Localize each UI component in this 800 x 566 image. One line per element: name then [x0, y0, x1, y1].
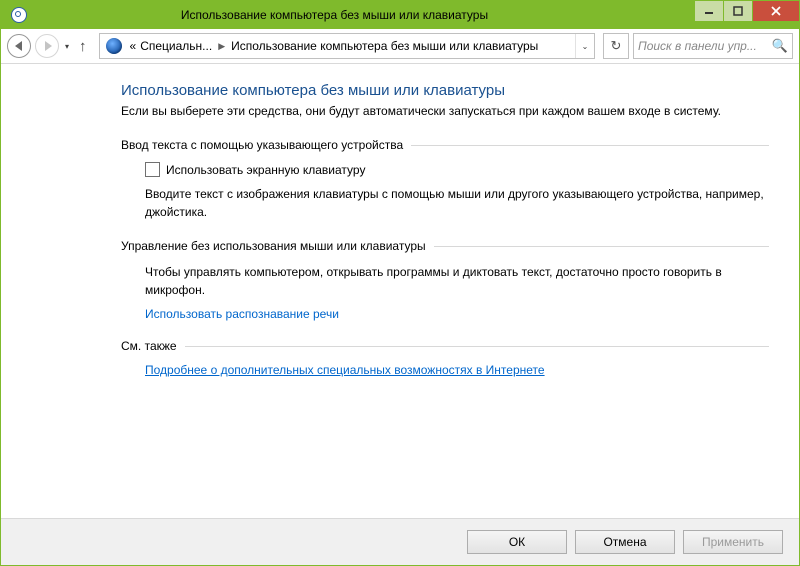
- group-2-help: Чтобы управлять компьютером, открывать п…: [145, 263, 769, 299]
- onscreen-keyboard-checkbox[interactable]: [145, 162, 160, 177]
- apply-button: Применить: [683, 530, 783, 554]
- divider: [185, 346, 769, 347]
- title-bar[interactable]: Использование компьютера без мыши или кл…: [1, 1, 799, 29]
- breadcrumb-bar[interactable]: « Специальн... ▶ Использование компьютер…: [99, 33, 595, 59]
- search-placeholder: Поиск в панели упр...: [638, 39, 772, 53]
- group-1-body: Использовать экранную клавиатуру Вводите…: [121, 162, 769, 221]
- group-1-help: Вводите текст с изображения клавиатуры с…: [145, 185, 769, 221]
- page-title: Использование компьютера без мыши или кл…: [121, 82, 769, 99]
- content-pane: Использование компьютера без мыши или кл…: [1, 64, 799, 518]
- nav-up-button[interactable]: ↑: [75, 38, 91, 55]
- see-also-heading: См. также: [121, 339, 769, 353]
- window-controls: [694, 1, 799, 21]
- app-icon: [11, 7, 27, 23]
- nav-back-button[interactable]: [7, 34, 31, 58]
- window-title: Использование компьютера без мыши или кл…: [35, 8, 694, 22]
- refresh-button[interactable]: ↻: [603, 33, 629, 59]
- nav-forward-button[interactable]: [35, 34, 59, 58]
- see-also-body: Подробнее о дополнительных специальных в…: [121, 363, 769, 377]
- main-window: Использование компьютера без мыши или кл…: [0, 0, 800, 566]
- maximize-button[interactable]: [724, 1, 752, 21]
- speech-recognition-link[interactable]: Использовать распознавание речи: [145, 307, 339, 321]
- breadcrumb-seg-1[interactable]: Специальн...: [138, 39, 214, 53]
- group-2-body: Чтобы управлять компьютером, открывать п…: [121, 263, 769, 321]
- onscreen-keyboard-checkbox-row[interactable]: Использовать экранную клавиатуру: [145, 162, 769, 177]
- see-also-label: См. также: [121, 339, 177, 353]
- search-icon[interactable]: 🔍: [772, 38, 788, 54]
- close-button[interactable]: [753, 1, 799, 21]
- onscreen-keyboard-label: Использовать экранную клавиатуру: [166, 163, 365, 177]
- group-2-label: Управление без использования мыши или кл…: [121, 239, 426, 253]
- location-icon: [106, 38, 122, 54]
- group-1-label: Ввод текста с помощью указывающего устро…: [121, 138, 403, 152]
- nav-history-dropdown[interactable]: ▾: [63, 42, 71, 51]
- chevron-right-icon[interactable]: ▶: [214, 41, 229, 52]
- ok-button[interactable]: ОК: [467, 530, 567, 554]
- more-accessibility-link[interactable]: Подробнее о дополнительных специальных в…: [145, 363, 545, 377]
- minimize-button[interactable]: [695, 1, 723, 21]
- group-1-heading: Ввод текста с помощью указывающего устро…: [121, 138, 769, 152]
- divider: [434, 246, 769, 247]
- breadcrumb-seg-2[interactable]: Использование компьютера без мыши или кл…: [229, 39, 540, 53]
- search-input[interactable]: Поиск в панели упр... 🔍: [633, 33, 793, 59]
- group-2-heading: Управление без использования мыши или кл…: [121, 239, 769, 253]
- divider: [411, 145, 769, 146]
- page-description: Если вы выберете эти средства, они будут…: [121, 103, 769, 120]
- navigation-bar: ▾ ↑ « Специальн... ▶ Использование компь…: [1, 29, 799, 64]
- breadcrumb-dropdown[interactable]: ⌄: [575, 34, 594, 58]
- breadcrumb-prefix: «: [128, 39, 139, 53]
- button-bar: ОК Отмена Применить: [1, 518, 799, 565]
- cancel-button[interactable]: Отмена: [575, 530, 675, 554]
